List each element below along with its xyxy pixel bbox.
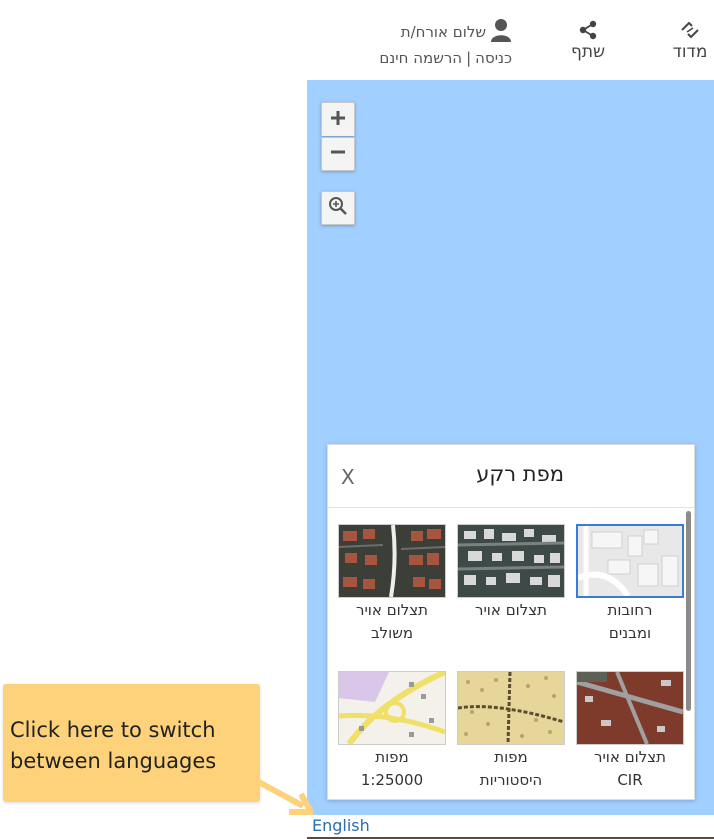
hybrid-thumbnail (338, 524, 446, 598)
basemap-tile-cir[interactable]: תצלום אויר CIR (576, 671, 684, 791)
panel-title: מפת רקע (476, 462, 564, 486)
callout-arrow-icon (253, 778, 313, 815)
language-callout: Click here to switch between languages (3, 684, 260, 802)
minus-icon (329, 143, 347, 165)
tile-label-line1: רחובות (607, 601, 653, 619)
aerial-thumbnail (457, 524, 565, 598)
basemap-tile-streets[interactable]: רחובות ומבנים (576, 524, 684, 644)
close-button[interactable]: X (341, 465, 355, 489)
basemap-panel: מפת רקע X רחובות ומבנים תצלום אויר תצלום… (327, 444, 695, 800)
login-link[interactable]: כניסה (475, 49, 512, 67)
zoom-in-button[interactable] (321, 102, 355, 136)
tile-label-line2: ומבנים (608, 624, 652, 642)
topo-thumbnail (338, 671, 446, 745)
measure-label: מדוד (672, 42, 708, 62)
footer: English (307, 815, 714, 839)
signup-link[interactable]: הרשמה חינם (379, 49, 462, 67)
plus-icon (329, 109, 347, 131)
tile-label-line1: תצלום אויר (593, 748, 667, 766)
basemap-tile-aerial[interactable]: תצלום אויר (457, 524, 565, 621)
tile-label-line1: תצלום אויר (474, 601, 548, 619)
cir-thumbnail (576, 671, 684, 745)
tile-label-line1: מפות (494, 748, 528, 766)
panel-divider (328, 507, 694, 508)
tile-label-line2: CIR (617, 771, 643, 789)
language-switch-link[interactable]: English (312, 816, 370, 835)
tile-label-line2: 1:25000 (360, 771, 424, 789)
share-tool[interactable]: שתף (562, 20, 614, 62)
basemap-tile-topo[interactable]: מפות 1:25000 (338, 671, 446, 791)
streets-thumbnail (576, 524, 684, 598)
zoom-extent-button[interactable] (321, 191, 355, 225)
callout-text: Click here to switch between languages (10, 715, 255, 777)
measure-icon (666, 20, 714, 42)
greeting-text: שלום אורח/ת (400, 23, 486, 41)
share-label: שתף (570, 42, 606, 62)
basemap-tile-hybrid[interactable]: תצלום אויר משולב (338, 524, 446, 644)
link-separator: | (466, 49, 472, 67)
zoom-out-button[interactable] (321, 137, 355, 171)
tile-label-line2: היסטוריות (479, 771, 543, 789)
tile-label-line2: משולב (370, 624, 414, 642)
callout-line2: between languages (10, 749, 217, 773)
tile-label-line1: תצלום אויר (355, 601, 429, 619)
tile-label-line1: מפות (375, 748, 409, 766)
user-icon (490, 18, 512, 46)
historical-thumbnail (457, 671, 565, 745)
measure-tool[interactable]: מדוד (666, 20, 714, 62)
share-icon (562, 20, 614, 42)
callout-line1: Click here to switch (10, 718, 216, 742)
panel-scrollbar[interactable] (686, 511, 691, 711)
zoom-magnifier-icon (328, 196, 348, 220)
basemap-tile-historical[interactable]: מפות היסטוריות (457, 671, 565, 791)
user-menu: שלום אורח/ת כניסה|הרשמה חינם (340, 18, 512, 67)
